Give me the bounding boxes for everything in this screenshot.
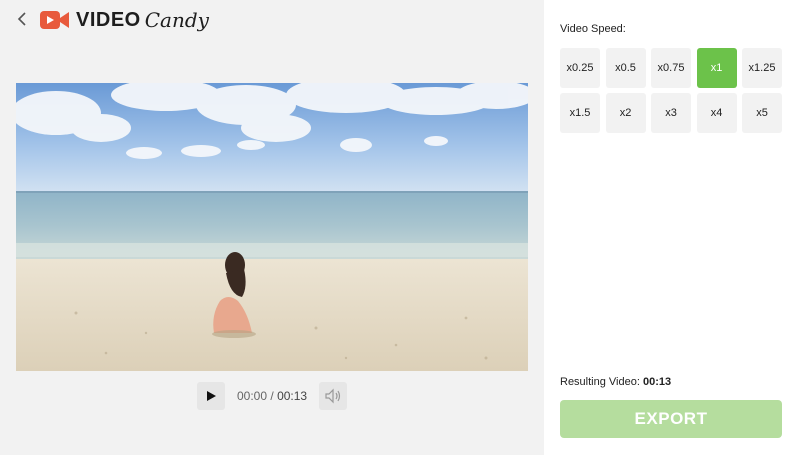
speed-option-1.25[interactable]: x1.25 bbox=[742, 48, 782, 88]
export-button[interactable]: EXPORT bbox=[560, 400, 782, 438]
time-display: 00:00 / 00:13 bbox=[237, 389, 307, 403]
speed-option-5[interactable]: x5 bbox=[742, 93, 782, 133]
play-button[interactable] bbox=[197, 382, 225, 410]
logo-text-candy: Candy bbox=[144, 8, 209, 32]
video-speed-label: Video Speed: bbox=[560, 23, 626, 35]
resulting-video-duration: 00:13 bbox=[642, 376, 672, 388]
speed-option-4[interactable]: x4 bbox=[696, 93, 737, 133]
speed-option-1.5[interactable]: x1.5 bbox=[560, 93, 600, 133]
duration: 00:13 bbox=[277, 389, 308, 403]
volume-icon bbox=[325, 388, 341, 404]
editor-area: VIDEO Candy 00:00 / 00:13 bbox=[0, 0, 544, 455]
current-time: 00:00 bbox=[237, 389, 268, 403]
speed-option-2[interactable]: x2 bbox=[605, 93, 646, 133]
player-controls: 00:00 / 00:13 bbox=[197, 382, 348, 410]
resulting-video: Resulting Video: 00:13 bbox=[560, 376, 671, 388]
video-preview[interactable] bbox=[16, 83, 528, 371]
logo-camera-icon bbox=[40, 11, 69, 29]
logo[interactable]: VIDEO Candy bbox=[40, 6, 209, 34]
chevron-left-icon bbox=[17, 12, 26, 26]
back-button[interactable] bbox=[14, 10, 32, 28]
speed-options: x0.25 x0.5 x0.75 x1 x1.25 x1.5 x2 x3 x4 … bbox=[560, 48, 782, 133]
speed-option-3[interactable]: x3 bbox=[651, 93, 691, 133]
play-icon bbox=[207, 391, 216, 401]
resulting-video-label: Resulting Video: bbox=[560, 376, 640, 388]
speed-option-0.25[interactable]: x0.25 bbox=[560, 48, 600, 88]
time-separator: / bbox=[270, 389, 274, 403]
logo-text-video: VIDEO bbox=[76, 8, 141, 31]
volume-button[interactable] bbox=[319, 382, 348, 410]
settings-panel: Video Speed: x0.25 x0.5 x0.75 x1 x1.25 x… bbox=[544, 0, 800, 455]
speed-option-0.75[interactable]: x0.75 bbox=[651, 48, 691, 88]
beach-video-frame bbox=[16, 83, 528, 371]
speed-option-1-selected[interactable]: x1 bbox=[696, 48, 737, 88]
speed-option-0.5[interactable]: x0.5 bbox=[605, 48, 646, 88]
